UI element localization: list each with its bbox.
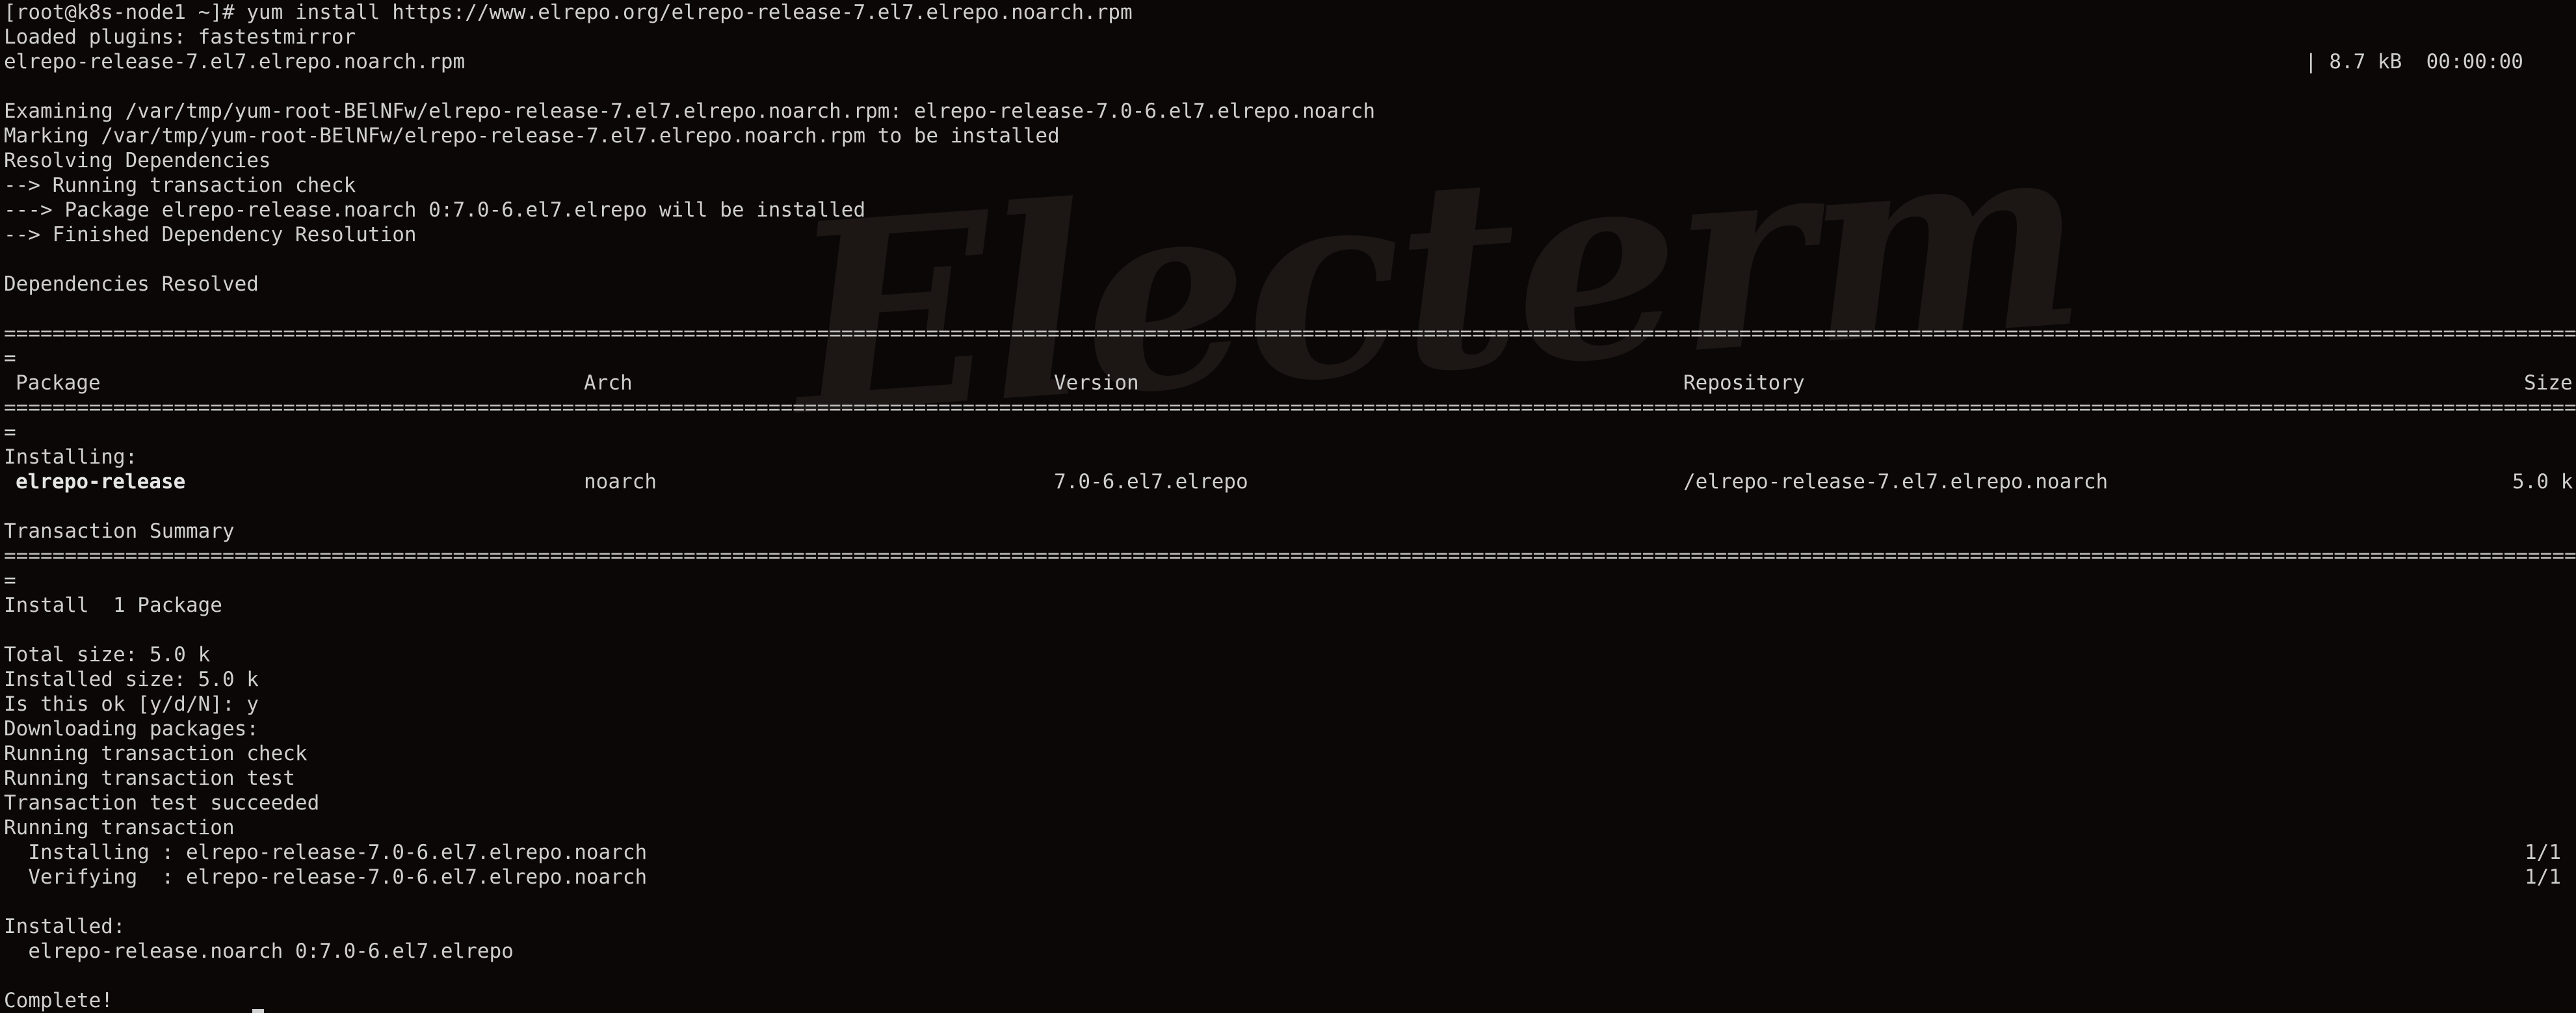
- progress-count: 1/1: [2525, 841, 2561, 864]
- output-line: Total size: 5.0 k: [4, 643, 211, 666]
- separator-wrap: =: [4, 421, 16, 444]
- table-row-package: elrepo-release: [16, 470, 186, 493]
- output-line: Running transaction test: [4, 767, 295, 790]
- output-line: ---> Package elrepo-release.noarch 0:7.0…: [4, 198, 866, 222]
- output-line: Verifying : elrepo-release-7.0-6.el7.elr…: [4, 865, 648, 889]
- output-line: Installed size: 5.0 k: [4, 668, 259, 691]
- output-line: Dependencies Resolved: [4, 272, 259, 296]
- output-line: Installing:: [4, 445, 138, 469]
- progress-count: 1/1: [2525, 865, 2561, 889]
- terminal-cursor: [252, 1009, 264, 1013]
- table-row-size: 5.0 k: [2512, 470, 2573, 493]
- output-line: Loaded plugins: fastestmirror: [4, 25, 356, 49]
- output-line: --> Running transaction check: [4, 174, 356, 197]
- separator-rule: ========================================…: [4, 322, 2576, 345]
- output-line: Running transaction check: [4, 742, 308, 765]
- output-line: Install 1 Package: [4, 594, 222, 617]
- table-header-repository: Repository: [1683, 371, 1805, 395]
- output-line: elrepo-release-7.el7.elrepo.noarch.rpm: [4, 50, 466, 73]
- output-line: Transaction test succeeded: [4, 791, 320, 815]
- output-line: Installing : elrepo-release-7.0-6.el7.el…: [4, 841, 648, 864]
- separator-wrap: =: [4, 569, 16, 592]
- separator-rule: ========================================…: [4, 396, 2576, 419]
- output-line: Transaction Summary: [4, 520, 235, 543]
- output-line: Downloading packages:: [4, 717, 259, 741]
- output-line: Marking /var/tmp/yum-root-BElNFw/elrepo-…: [4, 124, 1060, 148]
- table-header-package: Package: [16, 371, 101, 395]
- output-line: --> Finished Dependency Resolution: [4, 223, 417, 246]
- output-line: Resolving Dependencies: [4, 149, 271, 172]
- table-row-version: 7.0-6.el7.elrepo: [1054, 470, 1248, 493]
- separator-rule: ========================================…: [4, 544, 2576, 568]
- table-row-arch: noarch: [584, 470, 657, 493]
- output-line: Complete!: [4, 989, 113, 1012]
- table-header-arch: Arch: [584, 371, 633, 395]
- output-line: elrepo-release.noarch 0:7.0-6.el7.elrepo: [4, 940, 514, 963]
- table-row-repository: /elrepo-release-7.el7.elrepo.noarch: [1683, 470, 2109, 493]
- terminal-window[interactable]: Electerm [root@k8s-node1 ~]# yum install…: [0, 0, 2576, 1013]
- output-line: Running transaction: [4, 816, 235, 839]
- table-header-version: Version: [1054, 371, 1139, 395]
- command-line: [root@k8s-node1 ~]# yum install https://…: [4, 1, 1133, 24]
- separator-wrap: =: [4, 347, 16, 370]
- output-line: Installed:: [4, 915, 125, 938]
- table-header-size: Size: [2524, 371, 2573, 395]
- output-line: Is this ok [y/d/N]: y: [4, 692, 259, 716]
- output-line: Examining /var/tmp/yum-root-BElNFw/elrep…: [4, 99, 1375, 123]
- download-progress: | 8.7 kB 00:00:00: [2305, 50, 2523, 73]
